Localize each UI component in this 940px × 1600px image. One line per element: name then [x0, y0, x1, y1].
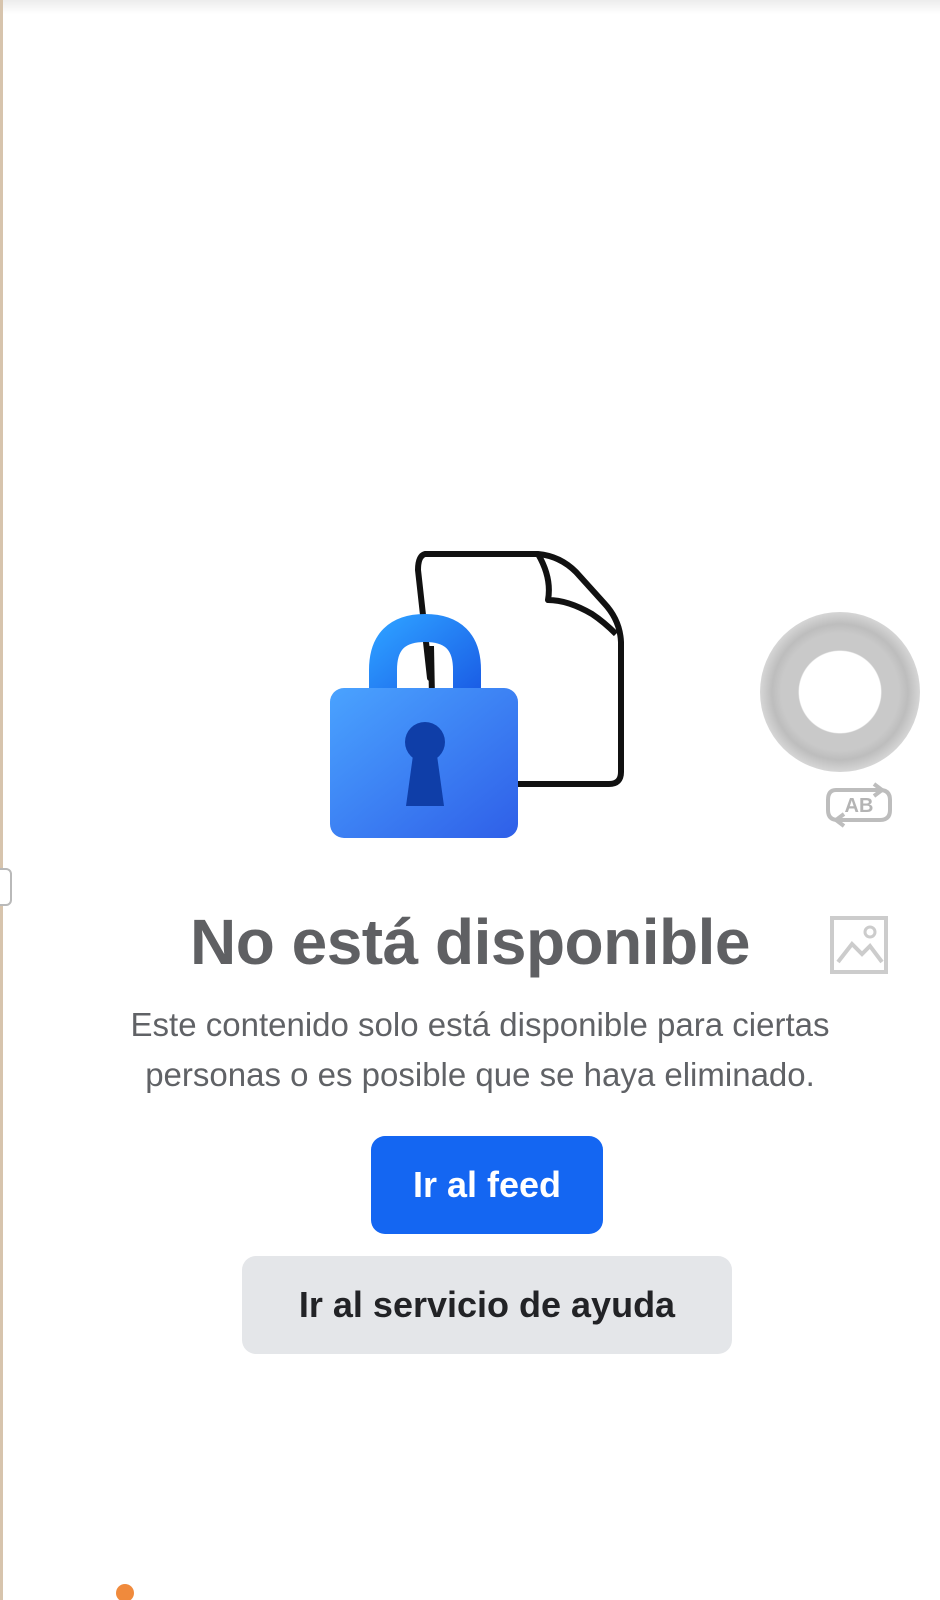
top-strip [0, 0, 940, 14]
help-center-button[interactable]: Ir al servicio de ayuda [242, 1256, 732, 1354]
content-locked-svg [330, 551, 624, 838]
notification-dot [116, 1584, 134, 1600]
side-handle[interactable] [0, 868, 12, 906]
ab-translate-label: AB [845, 795, 874, 817]
padlock-icon [330, 613, 518, 838]
image-icon[interactable] [826, 912, 892, 978]
image-svg [830, 916, 888, 974]
page-description: Este contenido solo está disponible para… [130, 1006, 830, 1093]
go-to-feed-button[interactable]: Ir al feed [371, 1136, 603, 1234]
ab-translate-icon[interactable]: AB [824, 782, 894, 828]
content-locked-illustration [330, 548, 650, 858]
left-edge [0, 0, 3, 1600]
page-title: No está disponible [190, 906, 750, 978]
ab-translate-svg: AB [826, 782, 892, 828]
assistive-touch-icon[interactable] [760, 612, 920, 772]
